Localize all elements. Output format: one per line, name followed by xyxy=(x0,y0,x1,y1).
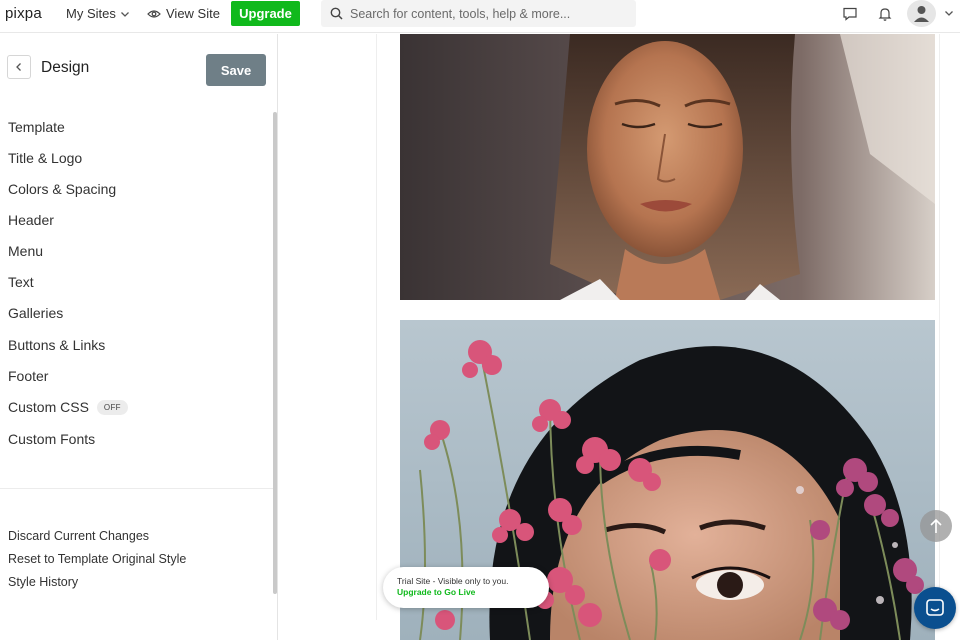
menu-item-custom-css[interactable]: Custom CSS OFF xyxy=(8,399,128,415)
trial-notice: Trial Site - Visible only to you. Upgrad… xyxy=(383,567,549,608)
user-icon xyxy=(914,6,929,22)
menu-item-label: Galleries xyxy=(8,305,64,321)
arrow-up-icon xyxy=(930,518,942,533)
bell-icon[interactable] xyxy=(877,6,893,22)
back-button[interactable] xyxy=(7,55,31,79)
menu-item-label: Menu xyxy=(8,243,44,259)
panel-title: Design xyxy=(41,59,90,76)
discard-changes-link[interactable]: Discard Current Changes xyxy=(8,529,149,543)
menu-item-menu[interactable]: Menu xyxy=(8,243,43,259)
scroll-to-top-button[interactable] xyxy=(920,510,952,542)
view-site-link[interactable]: View Site xyxy=(147,6,220,21)
menu-item-galleries[interactable]: Galleries xyxy=(8,305,63,321)
menu-item-label: Text xyxy=(8,274,34,290)
trial-text: Trial Site - Visible only to you. xyxy=(397,576,509,586)
design-sidebar: Design Save Template Title & Logo Colors… xyxy=(0,34,278,640)
menu-item-label: Buttons & Links xyxy=(8,337,106,353)
my-sites-dropdown[interactable]: My Sites xyxy=(66,6,130,21)
save-button[interactable]: Save xyxy=(206,54,266,86)
style-history-link[interactable]: Style History xyxy=(8,575,78,589)
reset-style-link[interactable]: Reset to Template Original Style xyxy=(8,552,186,566)
upgrade-go-live-link[interactable]: Upgrade to Go Live xyxy=(397,587,549,598)
pixpa-logo[interactable]: pixpa xyxy=(5,5,42,22)
chevron-down-icon[interactable] xyxy=(944,8,954,18)
menu-item-label: Template xyxy=(8,119,65,135)
menu-item-title-logo[interactable]: Title & Logo xyxy=(8,150,82,166)
menu-item-buttons-links[interactable]: Buttons & Links xyxy=(8,337,105,353)
menu-item-colors-spacing[interactable]: Colors & Spacing xyxy=(8,181,116,197)
search-icon xyxy=(330,7,343,20)
divider xyxy=(0,488,274,489)
status-badge: OFF xyxy=(96,399,128,415)
messenger-icon xyxy=(926,599,944,616)
menu-item-label: Title & Logo xyxy=(8,150,83,166)
sidebar-scrollbar[interactable] xyxy=(273,112,277,594)
support-chat-button[interactable] xyxy=(914,587,956,629)
view-site-label: View Site xyxy=(166,6,220,21)
top-bar: pixpa My Sites View Site Upgrade xyxy=(0,0,960,33)
menu-item-label: Custom Fonts xyxy=(8,431,96,447)
menu-item-footer[interactable]: Footer xyxy=(8,368,48,384)
my-sites-label: My Sites xyxy=(66,6,116,21)
search-input[interactable] xyxy=(350,6,620,21)
user-avatar[interactable] xyxy=(907,0,936,27)
chevron-left-icon xyxy=(16,63,21,71)
chat-icon[interactable] xyxy=(842,6,858,22)
search-box[interactable] xyxy=(321,0,636,27)
upgrade-button[interactable]: Upgrade xyxy=(231,1,300,26)
menu-item-label: Colors & Spacing xyxy=(8,181,117,197)
menu-item-custom-fonts[interactable]: Custom Fonts xyxy=(8,431,95,447)
menu-item-text[interactable]: Text xyxy=(8,274,34,290)
site-preview xyxy=(279,34,960,640)
menu-item-template[interactable]: Template xyxy=(8,119,65,135)
gallery-image-portrait[interactable] xyxy=(400,34,935,300)
menu-item-label: Custom CSS xyxy=(8,399,89,415)
menu-item-label: Footer xyxy=(8,368,49,384)
menu-item-label: Header xyxy=(8,212,54,228)
menu-item-header[interactable]: Header xyxy=(8,212,54,228)
eye-icon xyxy=(147,9,161,18)
chevron-down-icon xyxy=(120,11,129,17)
